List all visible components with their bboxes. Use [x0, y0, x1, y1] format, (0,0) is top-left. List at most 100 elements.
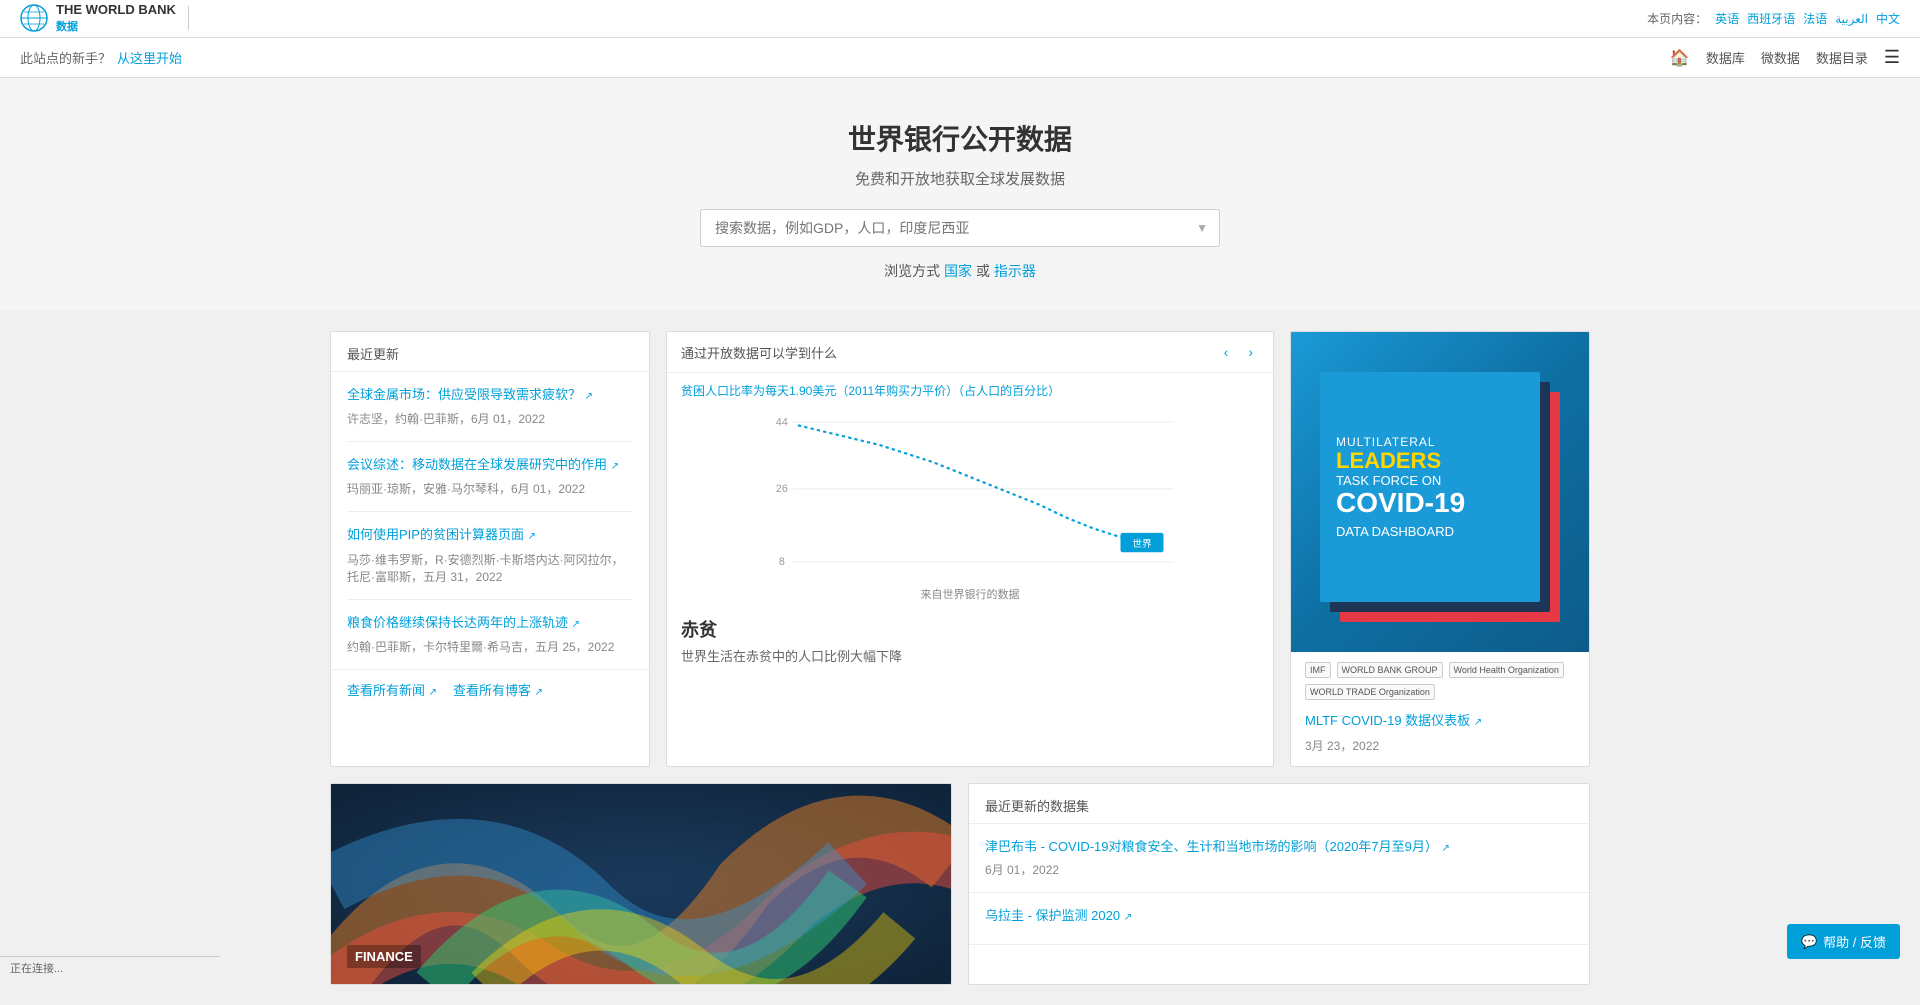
lang-en[interactable]: 英语 [1715, 10, 1739, 27]
chart-svg: 44 26 8 世界 [681, 406, 1259, 578]
status-bar: 正在连接... [0, 956, 220, 979]
covid-logos: IMF WORLD BANK GROUP World Health Organi… [1291, 652, 1589, 706]
browse-text: 浏览方式 国家 或 指示器 [20, 261, 1900, 281]
bottom-grid: FINANCE 最近更新的数据集 津巴布韦 - COVID-19对粮食安全、生计… [330, 783, 1590, 985]
chart-source: 来自世界银行的数据 [667, 586, 1273, 608]
all-blogs-link[interactable]: 查看所有博客 ↗ [453, 680, 543, 699]
update-title-1[interactable]: 全球金属市场：供应受限导致需求疲软？ ↗ [347, 386, 633, 404]
chart-title: 贫困人口比率为每天1.90美元（2011年购买力平价）（占人口的百分比） [667, 373, 1273, 406]
hero-title: 世界银行公开数据 [20, 118, 1900, 158]
all-news-link[interactable]: 查看所有新闻 ↗ [347, 680, 437, 699]
language-nav: 本页内容： 英语 西班牙语 法语 العربية 中文 [1647, 10, 1900, 27]
chart-section-header: 通过开放数据可以学到什么 [681, 343, 837, 362]
svg-text:26: 26 [776, 483, 788, 495]
top-nav: THE WORLD BANK 数据 本页内容： 英语 西班牙语 法语 العرب… [0, 0, 1920, 38]
search-container: ▼ [700, 209, 1220, 247]
dataset-ext-icon-2: ↗ [1124, 912, 1132, 923]
home-icon[interactable]: 🏠 [1670, 48, 1690, 68]
org-logo-who: World Health Organization [1449, 662, 1564, 678]
bank-name: THE WORLD BANK [56, 3, 176, 17]
covid-dashboard-link[interactable]: MLTF COVID-19 数据仪表板 ↗ [1305, 713, 1482, 728]
bank-name-block: THE WORLD BANK 数据 [56, 3, 176, 33]
svg-text:44: 44 [776, 416, 788, 428]
external-link-icon-1: ↗ [585, 391, 593, 402]
covid-card: MULTILATERAL LEADERS TASK FORCE ON COVID… [1290, 331, 1590, 767]
finance-image[interactable]: FINANCE [331, 784, 951, 984]
main-content: 最近更新 全球金属市场：供应受限导致需求疲软？ ↗ 许志坚，约翰·巴菲斯，6月 … [310, 311, 1610, 1005]
covid-date: 3月 23，2022 [1291, 733, 1589, 766]
browse-country-link[interactable]: 国家 [944, 263, 972, 279]
search-input[interactable] [700, 209, 1220, 247]
lang-fr[interactable]: 法语 [1803, 10, 1827, 27]
world-bank-logo[interactable]: THE WORLD BANK 数据 [20, 3, 176, 33]
svg-text:世界: 世界 [1132, 538, 1152, 550]
blogs-ext-icon: ↗ [535, 687, 543, 698]
dataset-title-1[interactable]: 津巴布韦 - COVID-19对粮食安全、生计和当地市场的影响（2020年7月至… [985, 838, 1573, 856]
dataset-ext-icon-1: ↗ [1442, 843, 1450, 854]
nav-microdata[interactable]: 微数据 [1761, 48, 1800, 67]
updates-scroll[interactable]: 全球金属市场：供应受限导致需求疲软？ ↗ 许志坚，约翰·巴菲斯，6月 01，20… [331, 372, 649, 669]
update-meta-2: 玛丽亚·琼斯，安雅·马尔琴科，6月 01，2022 [347, 480, 633, 497]
logo-area: THE WORLD BANK 数据 [20, 3, 189, 33]
page-content-label: 本页内容： [1647, 10, 1707, 27]
news-ext-icon: ↗ [429, 687, 437, 698]
new-user-label: 此站点的新手？ [20, 48, 111, 67]
lang-zh[interactable]: 中文 [1876, 10, 1900, 27]
chart-next-btn[interactable]: › [1242, 342, 1259, 362]
chart-prev-btn[interactable]: ‹ [1218, 342, 1235, 362]
covid-taskforce: TASK FORCE ON [1336, 473, 1441, 488]
chart-nav: ‹ › [1218, 342, 1259, 362]
hamburger-menu-icon[interactable]: ☰ [1884, 47, 1900, 68]
dataset-title-2[interactable]: 乌拉圭 - 保护监测 2020 ↗ [985, 907, 1573, 925]
covid-link-area: MLTF COVID-19 数据仪表板 ↗ [1291, 706, 1589, 733]
dataset-item-2: 乌拉圭 - 保护监测 2020 ↗ [969, 893, 1589, 945]
main-nav: 🏠 数据库 微数据 数据目录 ☰ [1670, 47, 1900, 68]
external-link-icon-4: ↗ [572, 619, 580, 630]
chart-area: 44 26 8 世界 [667, 406, 1273, 586]
org-logo-wb: WORLD BANK GROUP [1337, 662, 1443, 678]
update-meta-3: 马莎·维韦罗斯，R·安德烈斯·卡斯塔内达·阿冈拉尔，托尼·富耶斯，五月 31，2… [347, 551, 633, 585]
update-title-4[interactable]: 粮食价格继续保持长达两年的上涨轨迹 ↗ [347, 614, 633, 632]
chart-card: 通过开放数据可以学到什么 ‹ › 贫困人口比率为每天1.90美元（2011年购买… [666, 331, 1274, 767]
covid-stacked-cards: MULTILATERAL LEADERS TASK FORCE ON COVID… [1320, 362, 1560, 622]
content-grid: 最近更新 全球金属市场：供应受限导致需求疲软？ ↗ 许志坚，约翰·巴菲斯，6月 … [330, 331, 1590, 767]
update-item-3: 如何使用PIP的贫困计算器页面 ↗ 马莎·维韦罗斯，R·安德烈斯·卡斯塔内达·阿… [347, 512, 633, 599]
update-meta-1: 许志坚，约翰·巴菲斯，6月 01，2022 [347, 410, 633, 427]
datasets-header: 最近更新的数据集 [969, 784, 1589, 824]
dataset-date-1: 6月 01，2022 [985, 861, 1573, 878]
covid-leaders: LEADERS [1336, 449, 1441, 473]
update-title-2[interactable]: 会议综述：移动数据在全球发展研究中的作用 ↗ [347, 456, 633, 474]
update-title-3[interactable]: 如何使用PIP的贫困计算器页面 ↗ [347, 526, 633, 544]
lang-ar[interactable]: العربية [1835, 12, 1868, 26]
feedback-button[interactable]: 💬 帮助 / 反馈 [1787, 924, 1900, 959]
status-text: 正在连接... [10, 963, 63, 975]
lang-es[interactable]: 西班牙语 [1747, 10, 1795, 27]
finance-svg [331, 784, 951, 984]
feedback-icon: 💬 [1801, 934, 1817, 950]
covid-card-main: MULTILATERAL LEADERS TASK FORCE ON COVID… [1320, 372, 1540, 602]
org-logo-imf: IMF [1305, 662, 1331, 678]
browse-indicator-link[interactable]: 指示器 [994, 263, 1036, 279]
covid-data-dashboard: DATA DASHBOARD [1336, 524, 1454, 539]
covid-ext-icon: ↗ [1474, 717, 1482, 728]
nav-catalog[interactable]: 数据目录 [1816, 48, 1868, 67]
datasets-card: 最近更新的数据集 津巴布韦 - COVID-19对粮食安全、生计和当地市场的影响… [968, 783, 1590, 985]
latest-updates-card: 最近更新 全球金属市场：供应受限导致需求疲软？ ↗ 许志坚，约翰·巴菲斯，6月 … [330, 331, 650, 767]
update-meta-4: 约翰·巴菲斯，卡尔特里爾·希马吉，五月 25，2022 [347, 638, 633, 655]
svg-text:8: 8 [779, 556, 785, 568]
chart-poverty-desc: 世界生活在赤贫中的人口比例大幅下降 [667, 646, 1273, 677]
search-dropdown-icon[interactable]: ▼ [1196, 221, 1208, 235]
finance-text-overlay: FINANCE [347, 945, 421, 968]
bank-subtitle: 数据 [56, 18, 176, 34]
hero-subtitle: 免费和开放地获取全球发展数据 [20, 168, 1900, 189]
nav-database[interactable]: 数据库 [1706, 48, 1745, 67]
latest-updates-header: 最近更新 [331, 332, 649, 372]
hero-section: 世界银行公开数据 免费和开放地获取全球发展数据 ▼ 浏览方式 国家 或 指示器 [0, 78, 1920, 311]
card-footer: 查看所有新闻 ↗ 查看所有博客 ↗ [331, 669, 649, 709]
org-logo-wto: WORLD TRADE Organization [1305, 684, 1435, 700]
nav-divider [188, 6, 189, 30]
start-link[interactable]: 从这里开始 [117, 48, 182, 67]
external-link-icon-2: ↗ [611, 461, 619, 472]
update-item-1: 全球金属市场：供应受限导致需求疲软？ ↗ 许志坚，约翰·巴菲斯，6月 01，20… [347, 372, 633, 442]
covid-multilateral: MULTILATERAL [1336, 435, 1436, 449]
